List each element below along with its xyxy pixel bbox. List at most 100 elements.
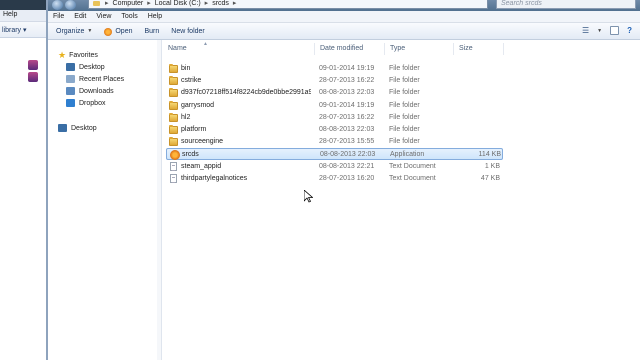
nav-dropbox-label: Dropbox (79, 99, 106, 107)
winrar-archive-icon[interactable] (28, 60, 38, 70)
star-icon: ★ (58, 49, 67, 60)
menu-view[interactable]: View (96, 13, 111, 20)
breadcrumb: ▸ Computer ▸ Local Disk (C:) ▸ srcds ▸ (105, 0, 236, 8)
background-menu-help[interactable]: Help (3, 11, 17, 18)
file-row[interactable]: d937fc07218ff514f8224cb9de0bbe2991a9... 0… (166, 87, 503, 99)
change-view-icon[interactable]: ☰ (582, 26, 589, 35)
file-date-modified: 09-01-2014 19:19 (319, 65, 375, 72)
file-row[interactable]: platform 08-08-2013 22:03 File folder (166, 124, 503, 136)
breadcrumb-srcds[interactable]: srcds (212, 0, 229, 8)
breadcrumb-computer[interactable]: Computer (113, 0, 144, 8)
file-date-modified: 08-08-2013 22:21 (319, 162, 375, 170)
column-name-header[interactable]: Name (163, 43, 315, 55)
new-folder-label: New folder (171, 27, 205, 35)
chevron-down-icon[interactable]: ▼ (597, 28, 602, 34)
nav-favorites[interactable]: ★ Favorites (58, 49, 172, 61)
file-type: File folder (389, 77, 420, 85)
background-include-in-library-button[interactable]: library ▾ (2, 26, 27, 34)
file-date-modified: 08-08-2013 22:03 (319, 126, 375, 133)
file-name: d937fc07218ff514f8224cb9de0bbe2991a9... (181, 89, 311, 97)
file-name: thirdpartylegalnotices (181, 174, 248, 182)
background-explorer-window[interactable]: Help library ▾ (0, 0, 46, 360)
file-type: Text Document (389, 174, 436, 182)
file-name: bin (181, 65, 191, 72)
file-name: hl2 (181, 113, 191, 121)
menu-file[interactable]: File (53, 13, 64, 20)
preview-pane-icon[interactable] (610, 26, 620, 35)
file-row[interactable]: srcds 08-08-2013 22:03 Application 114 KB (166, 148, 503, 161)
folder-icon (169, 137, 178, 147)
back-button[interactable] (52, 0, 63, 10)
help-icon[interactable]: ? (627, 26, 632, 35)
new-folder-button[interactable]: New folder (171, 28, 204, 35)
file-row[interactable]: steam_appid 08-08-2013 22:21 Text Document… (166, 161, 503, 173)
folder-icon (169, 100, 178, 110)
file-type: Text Document (389, 162, 436, 170)
organize-button[interactable]: Organize ▼ (56, 28, 92, 35)
background-window-titlebar (0, 0, 46, 10)
nav-desktop-label: Desktop (79, 63, 105, 71)
nav-desktop-root-label: Desktop (71, 124, 97, 132)
file-name: sourceengine (181, 138, 224, 146)
background-toolbar: library ▾ (0, 22, 46, 38)
file-name: platform (181, 126, 207, 133)
file-size: 1 KB (484, 162, 500, 170)
winrar-archive-icon[interactable] (28, 72, 38, 82)
recent-places-icon (66, 75, 75, 83)
open-label: Open (115, 27, 133, 35)
column-type-header[interactable]: Type (385, 43, 454, 55)
command-bar: Organize ▼ Open Burn New folder ☰ ▼ ? (48, 23, 640, 40)
breadcrumb-separator: ▸ (147, 0, 151, 7)
doc-icon (170, 161, 177, 171)
file-size: 114 KB (478, 151, 501, 159)
folder-icon (169, 76, 178, 86)
folder-icon (169, 112, 178, 122)
file-row[interactable]: thirdpartylegalnotices 28-07-2013 16:20 Te… (166, 173, 503, 185)
explorer-window: ▸ Computer ▸ Local Disk (C:) ▸ srcds ▸ S… (46, 0, 640, 360)
file-list: ▲ Name Date modified Type Size bin 09-01-… (163, 40, 640, 360)
breadcrumb-separator: ▸ (232, 0, 237, 7)
address-bar[interactable]: ▸ Computer ▸ Local Disk (C:) ▸ srcds ▸ (88, 0, 488, 9)
folder-icon (169, 64, 178, 73)
menu-help[interactable]: Help (148, 13, 162, 20)
open-button[interactable]: Open (104, 27, 133, 36)
back-forward-buttons (52, 0, 82, 10)
menu-tools[interactable]: Tools (121, 13, 137, 20)
file-size: 47 KB (480, 174, 500, 182)
file-size (454, 75, 500, 87)
file-row[interactable]: bin 09-01-2014 19:19 File folder (166, 63, 503, 75)
chevron-down-icon: ▼ (87, 28, 93, 34)
file-type: File folder (389, 65, 420, 72)
desktop-icon (66, 63, 75, 71)
burn-label: Burn (144, 27, 160, 35)
search-input[interactable]: Search srcds (496, 0, 636, 9)
downloads-icon (66, 87, 75, 95)
file-size (454, 136, 500, 148)
file-date-modified: 09-01-2014 19:19 (319, 101, 375, 109)
menu-edit[interactable]: Edit (74, 13, 86, 20)
breadcrumb-separator: ▸ (204, 0, 209, 7)
desktop-icon (58, 124, 67, 132)
file-type: File folder (389, 138, 420, 146)
column-size-header[interactable]: Size (454, 43, 504, 55)
organize-label: Organize (56, 27, 85, 35)
navigation-scrollbar[interactable] (157, 40, 161, 360)
nav-desktop-root[interactable]: Desktop (58, 122, 172, 134)
column-date-header[interactable]: Date modified (315, 43, 385, 55)
folder-icon (93, 1, 100, 6)
file-type: File folder (389, 89, 420, 97)
file-row[interactable]: hl2 28-07-2013 16:22 File folder (166, 112, 503, 124)
file-row[interactable]: garrysmod 09-01-2014 19:19 File folder (166, 100, 503, 112)
file-type: Application (390, 151, 425, 159)
background-menubar: Help (0, 10, 46, 22)
breadcrumb-local-disk[interactable]: Local Disk (C:) (155, 0, 201, 8)
burn-button[interactable]: Burn (144, 28, 159, 35)
file-name: garrysmod (181, 101, 215, 109)
file-size (454, 63, 500, 75)
app-icon (104, 28, 113, 36)
file-row[interactable]: sourceengine 28-07-2013 15:55 File folder (166, 136, 503, 148)
file-name: steam_appid (181, 162, 222, 170)
file-size (454, 100, 500, 112)
file-row[interactable]: cstrike 28-07-2013 16:22 File folder (166, 75, 503, 87)
forward-button[interactable] (65, 0, 76, 10)
